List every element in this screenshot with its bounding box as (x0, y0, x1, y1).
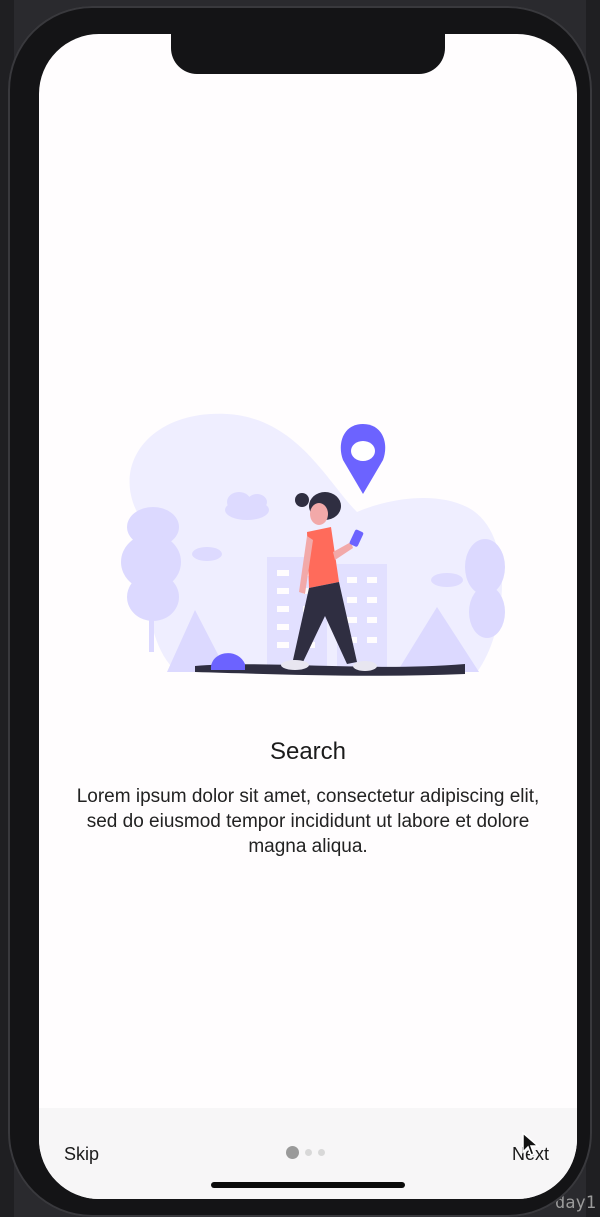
mouse-cursor-icon (522, 1131, 541, 1156)
skip-button[interactable]: Skip (64, 1144, 99, 1165)
page-indicator (286, 1146, 331, 1159)
phone-notch (171, 34, 445, 74)
phone-frame: Search Lorem ipsum dolor sit amet, conse… (8, 6, 592, 1217)
page-dot[interactable] (318, 1149, 325, 1156)
app-screen: Search Lorem ipsum dolor sit amet, conse… (39, 34, 577, 1199)
page-dot-active[interactable] (286, 1146, 299, 1159)
onboarding-description: Lorem ipsum dolor sit amet, consectetur … (76, 786, 540, 857)
page-dot[interactable] (305, 1149, 312, 1156)
search-illustration (121, 413, 505, 676)
onboarding-title: Search (269, 738, 347, 765)
home-indicator[interactable] (211, 1182, 405, 1188)
